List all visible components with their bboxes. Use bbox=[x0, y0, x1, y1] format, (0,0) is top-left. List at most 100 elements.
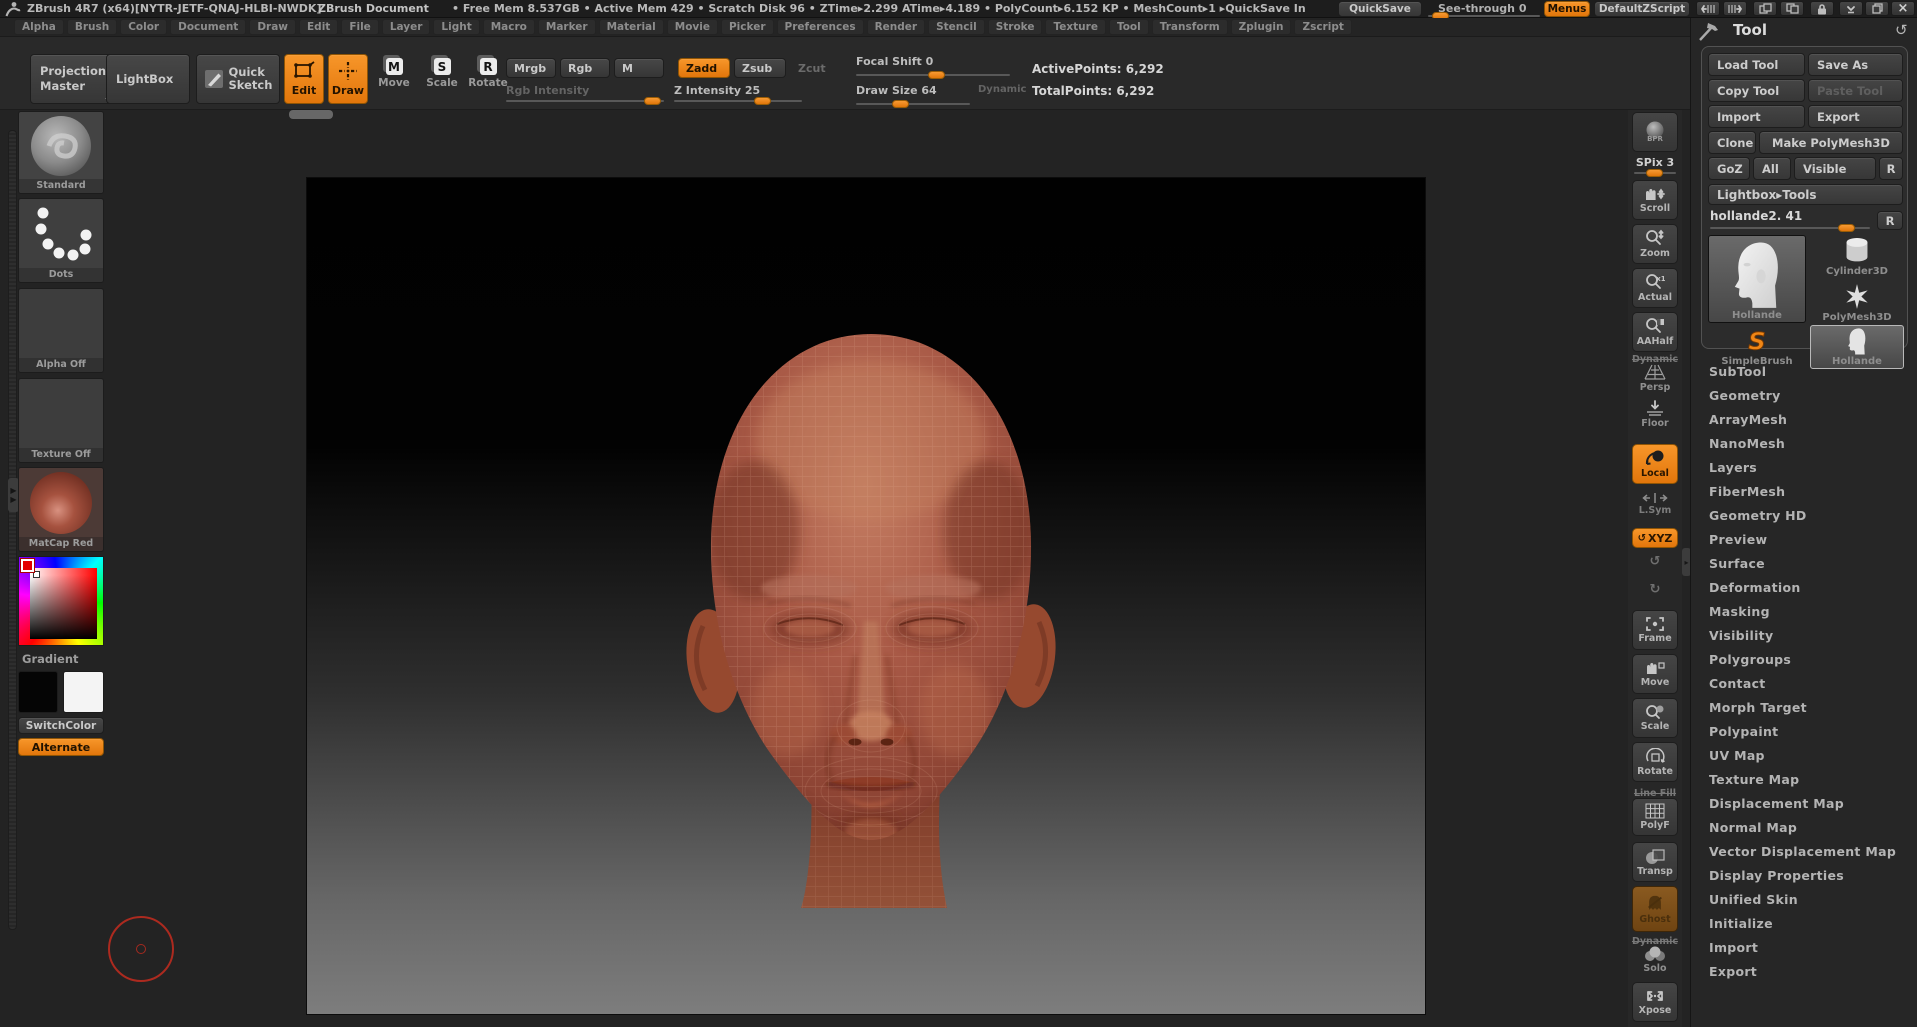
mrgb-button[interactable]: Mrgb bbox=[506, 58, 556, 78]
menu-item[interactable]: Stroke bbox=[988, 19, 1043, 35]
make-polymesh3d-button[interactable]: Make PolyMesh3D bbox=[1759, 131, 1903, 154]
rgb-intensity-slider[interactable] bbox=[506, 100, 664, 102]
xyz-button[interactable]: ↺ XYZ bbox=[1632, 528, 1678, 548]
switch-color-button[interactable]: SwitchColor bbox=[18, 717, 104, 734]
tool-section[interactable]: UV Map bbox=[1709, 744, 1896, 768]
tool-item-cylinder3d[interactable]: Cylinder3D bbox=[1810, 235, 1904, 279]
z-intensity-slider[interactable] bbox=[674, 100, 802, 102]
tool-export-button[interactable]: Export bbox=[1808, 105, 1903, 128]
rgb-intensity-slider-handle[interactable] bbox=[644, 97, 661, 105]
restore-button[interactable] bbox=[1865, 1, 1889, 16]
see-through-slider[interactable] bbox=[1428, 15, 1540, 17]
load-tool-button[interactable]: Load Tool bbox=[1708, 53, 1805, 76]
menu-item[interactable]: Brush bbox=[67, 19, 117, 35]
tool-section[interactable]: FiberMesh bbox=[1709, 480, 1896, 504]
tool-section[interactable]: ArrayMesh bbox=[1709, 408, 1896, 432]
menu-item[interactable]: Marker bbox=[538, 19, 596, 35]
goz-button[interactable]: GoZ bbox=[1708, 157, 1750, 180]
rgb-button[interactable]: Rgb bbox=[560, 58, 610, 78]
default-zscript-button[interactable]: DefaultZScript bbox=[1594, 1, 1690, 17]
minimize-button[interactable] bbox=[1839, 1, 1863, 16]
color-sv-square[interactable] bbox=[30, 568, 97, 639]
actual-button[interactable]: x1 Actual bbox=[1632, 268, 1678, 308]
main-color-swatch[interactable] bbox=[18, 671, 58, 713]
model-head[interactable] bbox=[659, 326, 1083, 908]
left-tray-toggle-icon[interactable] bbox=[1696, 1, 1720, 16]
menu-item[interactable]: Preferences bbox=[777, 19, 864, 35]
tray-rotate-button[interactable]: Rotate bbox=[1632, 742, 1678, 782]
draw-mode-button[interactable]: Draw bbox=[328, 54, 368, 104]
transp-button[interactable]: Transp bbox=[1632, 842, 1678, 882]
lsym-button[interactable]: L.Sym bbox=[1632, 492, 1678, 516]
focal-shift-slider[interactable] bbox=[856, 74, 1010, 76]
zsub-button[interactable]: Zsub bbox=[734, 58, 786, 78]
aahalf-button[interactable]: AAHalf bbox=[1632, 312, 1678, 352]
menu-item[interactable]: Color bbox=[120, 19, 167, 35]
move-mode-button[interactable]: M Move bbox=[372, 58, 416, 89]
menu-item[interactable]: Movie bbox=[667, 19, 718, 35]
spix-slider-handle[interactable] bbox=[1646, 169, 1663, 177]
copy-tool-button[interactable]: Copy Tool bbox=[1708, 79, 1805, 102]
menu-item[interactable]: Macro bbox=[483, 19, 535, 35]
current-tool-preview[interactable]: Hollande bbox=[1708, 235, 1806, 323]
tool-slider[interactable] bbox=[1710, 227, 1870, 229]
save-as-button[interactable]: Save As bbox=[1808, 53, 1903, 76]
menu-item[interactable]: Material bbox=[599, 19, 664, 35]
tool-section[interactable]: Masking bbox=[1709, 600, 1896, 624]
solo-button[interactable]: Solo bbox=[1632, 946, 1678, 974]
tool-section[interactable]: Preview bbox=[1709, 528, 1896, 552]
menu-item[interactable]: Layer bbox=[382, 19, 431, 35]
tool-section[interactable]: Polygroups bbox=[1709, 648, 1896, 672]
spix-slider[interactable] bbox=[1634, 172, 1676, 174]
left-tray-scrollbar[interactable] bbox=[8, 130, 17, 930]
tool-section[interactable]: Contact bbox=[1709, 672, 1896, 696]
current-color-swatch[interactable] bbox=[20, 558, 35, 573]
menu-item[interactable]: Picker bbox=[721, 19, 774, 35]
edit-mode-button[interactable]: Edit bbox=[284, 54, 324, 104]
tool-r-button[interactable]: R bbox=[1877, 211, 1903, 230]
local-button[interactable]: Local bbox=[1632, 444, 1678, 484]
goz-r-button[interactable]: R bbox=[1879, 157, 1903, 180]
tool-section[interactable]: Geometry bbox=[1709, 384, 1896, 408]
tray-scale-button[interactable]: Scale bbox=[1632, 698, 1678, 738]
menu-item[interactable]: Light bbox=[433, 19, 479, 35]
tool-section[interactable]: Deformation bbox=[1709, 576, 1896, 600]
menu-item[interactable]: Tool bbox=[1109, 19, 1149, 35]
lock-icon[interactable] bbox=[1810, 1, 1834, 16]
clone-button[interactable]: Clone bbox=[1708, 131, 1756, 154]
z-axis-rotate-button[interactable]: ↻ bbox=[1632, 582, 1678, 597]
tool-item-polymesh3d[interactable]: PolyMesh3D bbox=[1810, 281, 1904, 325]
all-button[interactable]: All bbox=[1753, 157, 1791, 180]
menu-item[interactable]: File bbox=[341, 19, 379, 35]
menu-item[interactable]: Alpha bbox=[14, 19, 64, 35]
scroll-button[interactable]: Scroll bbox=[1632, 180, 1678, 220]
focal-shift-slider-handle[interactable] bbox=[928, 71, 945, 79]
alternate-button[interactable]: Alternate bbox=[18, 738, 104, 756]
m-button[interactable]: M bbox=[614, 58, 664, 78]
polyf-button[interactable]: PolyF bbox=[1632, 798, 1678, 836]
tool-section[interactable]: Display Properties bbox=[1709, 864, 1896, 888]
right-tray-toggle-icon[interactable] bbox=[1723, 1, 1747, 16]
rotate-mode-button[interactable]: R Rotate bbox=[466, 58, 510, 89]
secondary-color-swatch[interactable] bbox=[63, 671, 104, 713]
current-texture-tile[interactable]: Texture Off bbox=[18, 378, 104, 463]
tray-move-button[interactable]: Move bbox=[1632, 654, 1678, 694]
persp-button[interactable]: Persp bbox=[1632, 364, 1678, 393]
quicksave-button[interactable]: QuickSave bbox=[1338, 1, 1422, 17]
close-button[interactable]: × bbox=[1891, 1, 1915, 16]
tool-slider-handle[interactable] bbox=[1838, 224, 1855, 232]
tool-section[interactable]: Surface bbox=[1709, 552, 1896, 576]
zcut-button[interactable]: Zcut bbox=[790, 58, 834, 78]
tool-section[interactable]: Geometry HD bbox=[1709, 504, 1896, 528]
document-canvas[interactable] bbox=[306, 177, 1426, 1015]
menu-item[interactable]: Document bbox=[170, 19, 246, 35]
tool-section[interactable]: NanoMesh bbox=[1709, 432, 1896, 456]
floor-button[interactable]: Floor bbox=[1632, 400, 1678, 429]
tool-section[interactable]: Export bbox=[1709, 960, 1896, 984]
bpr-button[interactable]: BPR bbox=[1632, 112, 1678, 152]
divider-bar-icon[interactable] bbox=[1753, 1, 1777, 16]
scale-mode-button[interactable]: S Scale bbox=[420, 58, 464, 89]
zoom-button[interactable]: Zoom bbox=[1632, 224, 1678, 264]
xpose-button[interactable]: Xpose bbox=[1632, 982, 1678, 1022]
color-picker[interactable] bbox=[18, 556, 104, 646]
